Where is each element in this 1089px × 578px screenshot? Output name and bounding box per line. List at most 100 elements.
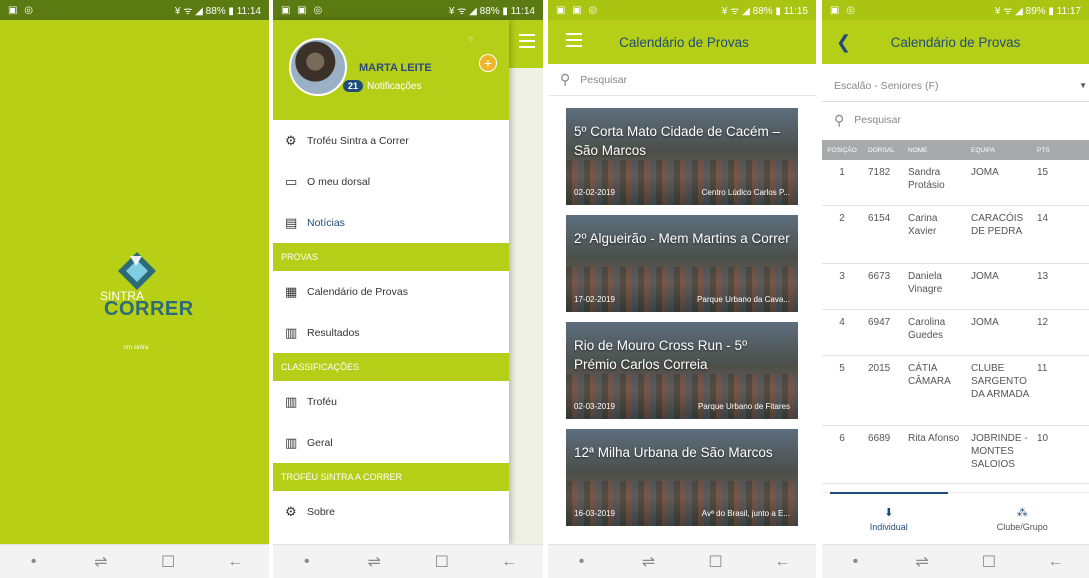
table-row[interactable]: 4 6947 Carolina Guedes JOMA 12 — [822, 310, 1089, 356]
col-pts[interactable]: PTS — [1031, 147, 1061, 154]
back-icon[interactable]: ← — [763, 553, 803, 571]
hamburger-icon[interactable] — [566, 33, 582, 51]
menu-item-icon: ⚙ — [285, 503, 297, 519]
home-icon[interactable]: ☐ — [148, 552, 188, 572]
status-left: ▣ ▣ ◎ — [281, 4, 325, 16]
nav-dot-icon[interactable]: • — [287, 553, 327, 571]
race-title: 2º Algueirão - Mem Martins a Correr — [574, 231, 790, 246]
search-input[interactable]: Pesquisar — [854, 114, 901, 126]
drawer-screen: ▣ ▣ ◎ ¥ ᯤ ◢ 88% ▮ 11:14 ○ + MARTA LEITE … — [273, 0, 543, 578]
race-location: Centro Lúdico Carlos P... — [701, 188, 790, 197]
cell-equipa: CARACÓIS DE PEDRA — [971, 213, 1024, 237]
nav-dot-icon[interactable]: • — [562, 553, 602, 571]
back-arrow-icon[interactable]: ❮ — [836, 32, 856, 53]
race-card[interactable]: 12ª Milha Urbana de São Marcos 16-03-2019… — [566, 429, 798, 526]
system-navbar: • ⇌ ☐ ← — [0, 544, 269, 578]
menu-trofeu[interactable]: ▥ Troféu — [273, 381, 509, 422]
notification-count-badge: 21 — [343, 80, 364, 92]
menu-sobre[interactable]: ⚙ Sobre — [273, 491, 509, 532]
recent-apps-icon[interactable]: ⇌ — [902, 552, 942, 572]
page-title: Calendário de Provas — [890, 34, 1021, 50]
content-behind-drawer[interactable] — [509, 20, 543, 544]
race-card[interactable]: 5º Corta Mato Cidade de Cacém – São Marc… — [566, 108, 798, 205]
status-left: ▣ ◎ — [830, 4, 857, 16]
menu-o-meu-dorsal[interactable]: ▭ O meu dorsal — [273, 161, 509, 202]
logo-text-correr: CORRER — [104, 298, 194, 320]
home-icon[interactable]: ☐ — [422, 552, 462, 572]
table-row[interactable]: 2 6154 Carina Xavier CARACÓIS DE PEDRA 14 — [822, 206, 1089, 264]
hamburger-icon[interactable] — [519, 34, 535, 52]
escalao-selected-value: Escalão - Seniores (F) — [834, 79, 939, 92]
menu-item-label: Geral — [307, 436, 333, 449]
cell-dorsal: 2015 — [868, 363, 891, 374]
col-posicao[interactable]: POSIÇÃO — [822, 147, 862, 154]
table-row[interactable]: 6 6689 Rita Afonso JOBRINDE - MONTES SALOIO… — [822, 426, 1089, 484]
cell-dorsal: 7182 — [868, 167, 891, 178]
menu-geral[interactable]: ▥ Geral — [273, 422, 509, 463]
menu-item-label: Troféu Sintra a Correr — [307, 134, 409, 147]
menu-resultados[interactable]: ▥ Resultados — [273, 312, 509, 353]
home-icon[interactable]: ☐ — [969, 552, 1009, 572]
menu-item-label: Troféu — [307, 395, 337, 408]
nav-dot-icon[interactable]: • — [14, 553, 54, 571]
race-date: 17-02-2019 — [574, 295, 615, 304]
status-bar: ▣ ◎ ¥ ᯤ ◢ 89% ▮ 11:17 — [822, 0, 1089, 20]
menu-trofeu-sintra[interactable]: ⚙ Troféu Sintra a Correr — [273, 120, 509, 161]
menu-item-label: Sobre — [307, 505, 336, 518]
race-list: 5º Corta Mato Cidade de Cacém – São Marc… — [566, 108, 798, 536]
table-row[interactable]: 3 6673 Daniela Vinagre JOMA 13 — [822, 264, 1089, 310]
back-icon[interactable]: ← — [1036, 553, 1076, 571]
menu-noticias[interactable]: ▤ Notícias — [273, 202, 509, 243]
search-input[interactable]: Pesquisar — [580, 74, 627, 86]
cell-pts: 13 — [1037, 271, 1049, 282]
recent-apps-icon[interactable]: ⇌ — [81, 552, 121, 572]
home-icon[interactable]: ☐ — [696, 552, 736, 572]
cell-posicao: 1 — [839, 167, 845, 178]
cell-equipa: JOMA — [971, 317, 999, 328]
menu-calendario[interactable]: ▦ Calendário de Provas — [273, 271, 509, 312]
race-date: 16-03-2019 — [574, 509, 615, 518]
drawer-header: ○ + MARTA LEITE 21 Notificações — [273, 20, 509, 120]
back-icon[interactable]: ← — [489, 553, 529, 571]
cell-nome: Carolina Guedes — [908, 317, 946, 341]
cell-pts: 12 — [1037, 317, 1049, 328]
menu-item-label: Notícias — [307, 216, 345, 229]
escalao-select[interactable]: Escalão - Seniores (F) ▼ — [822, 70, 1089, 102]
cell-dorsal: 6673 — [868, 271, 891, 282]
cell-pts: 11 — [1037, 363, 1048, 374]
race-title: Rio de Mouro Cross Run - 5º Prémio Carlo… — [574, 338, 747, 372]
recent-apps-icon[interactable]: ⇌ — [629, 552, 669, 572]
search-bar[interactable]: ⚲ Pesquisar — [822, 104, 1089, 136]
cell-nome: Daniela Vinagre — [908, 271, 943, 295]
race-location: Parque Urbano de Fitares — [697, 402, 790, 411]
menu-item-icon: ▦ — [285, 283, 298, 299]
cell-posicao: 3 — [839, 271, 845, 282]
cell-nome: Sandra Protásio — [908, 167, 945, 191]
race-card[interactable]: 2º Algueirão - Mem Martins a Correr 17-02… — [566, 215, 798, 312]
menu-item-label: Resultados — [307, 326, 360, 339]
col-dorsal[interactable]: DORSAL — [862, 147, 908, 154]
cell-posicao: 5 — [839, 363, 845, 374]
race-card[interactable]: Rio de Mouro Cross Run - 5º Prémio Carlo… — [566, 322, 798, 419]
navigation-drawer: ○ + MARTA LEITE 21 Notificações ⚙ Troféu … — [273, 20, 509, 560]
tab-individual[interactable]: ⬇ Individual — [822, 492, 956, 544]
col-equipa[interactable]: EQUIPA — [967, 147, 1031, 154]
status-left: ▣ ▣ ◎ — [556, 4, 600, 16]
back-icon[interactable]: ← — [215, 553, 255, 571]
recent-apps-icon[interactable]: ⇌ — [354, 552, 394, 572]
col-nome[interactable]: NOME — [908, 147, 967, 154]
search-bar[interactable]: ⚲ Pesquisar — [548, 64, 816, 96]
notifications-link[interactable]: 21 Notificações — [343, 80, 421, 92]
race-photo — [566, 160, 798, 205]
add-button[interactable]: + — [479, 54, 497, 72]
avatar[interactable] — [289, 38, 347, 96]
table-row[interactable]: 5 2015 CÁTIA CÂMARA CLUBE SARGENTO DA ARMAD… — [822, 356, 1089, 426]
tab-label: Clube/Grupo — [996, 521, 1048, 532]
race-location: Parque Urbano da Cava... — [697, 295, 790, 304]
tab-clube-grupo[interactable]: ⁂ Clube/Grupo — [956, 493, 1089, 544]
table-row[interactable]: 1 7182 Sandra Protásio JOMA 15 — [822, 160, 1089, 206]
nav-dot-icon[interactable]: • — [835, 553, 875, 571]
cell-posicao: 4 — [839, 317, 845, 328]
cell-posicao: 6 — [839, 433, 845, 444]
race-title: 12ª Milha Urbana de São Marcos — [574, 445, 773, 460]
